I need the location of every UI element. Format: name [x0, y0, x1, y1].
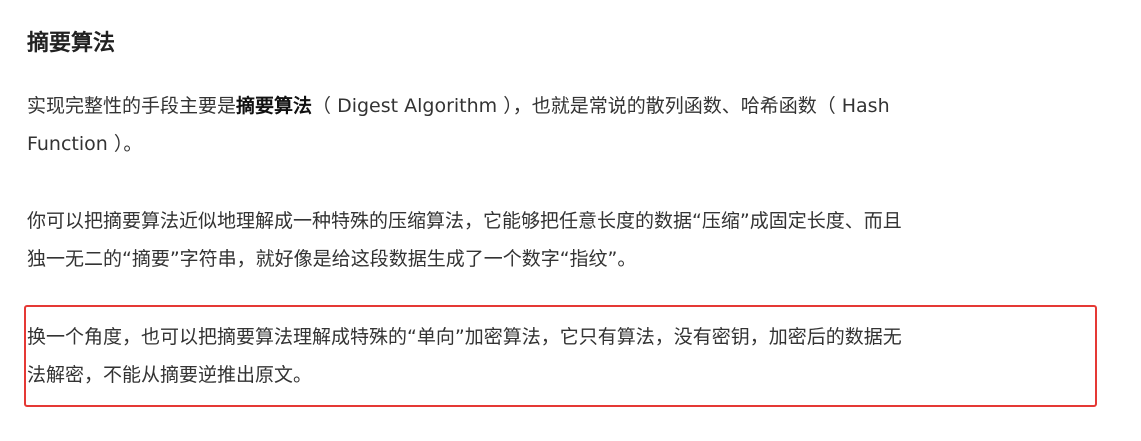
paragraph-integrity-line-2: Function ）。	[27, 133, 143, 155]
paragraph-compression: 你可以把摘要算法近似地理解成一种特殊的压缩算法，它能够把任意长度的数据“压缩”成…	[27, 202, 1087, 278]
paragraph-integrity: 实现完整性的手段主要是摘要算法（ Digest Algorithm ），也就是常…	[27, 87, 1087, 163]
highlight-annotation-box	[24, 305, 1097, 407]
paragraph-integrity-lead: 实现完整性的手段主要是	[27, 95, 237, 117]
paragraph-integrity-line-1: 实现完整性的手段主要是摘要算法（ Digest Algorithm ），也就是常…	[27, 87, 1087, 125]
paragraph-compression-line-2: 独一无二的“摘要”字符串，就好像是给这段数据生成了一个数字“指纹”。	[27, 248, 637, 270]
paragraph-integrity-rest: （ Digest Algorithm ），也就是常说的散列函数、哈希函数（ Ha…	[312, 95, 890, 117]
paragraph-compression-line-1: 你可以把摘要算法近似地理解成一种特殊的压缩算法，它能够把任意长度的数据“压缩”成…	[27, 210, 902, 232]
digest-algorithm-term: 摘要算法	[236, 95, 313, 117]
section-title: 摘要算法	[27, 31, 116, 56]
